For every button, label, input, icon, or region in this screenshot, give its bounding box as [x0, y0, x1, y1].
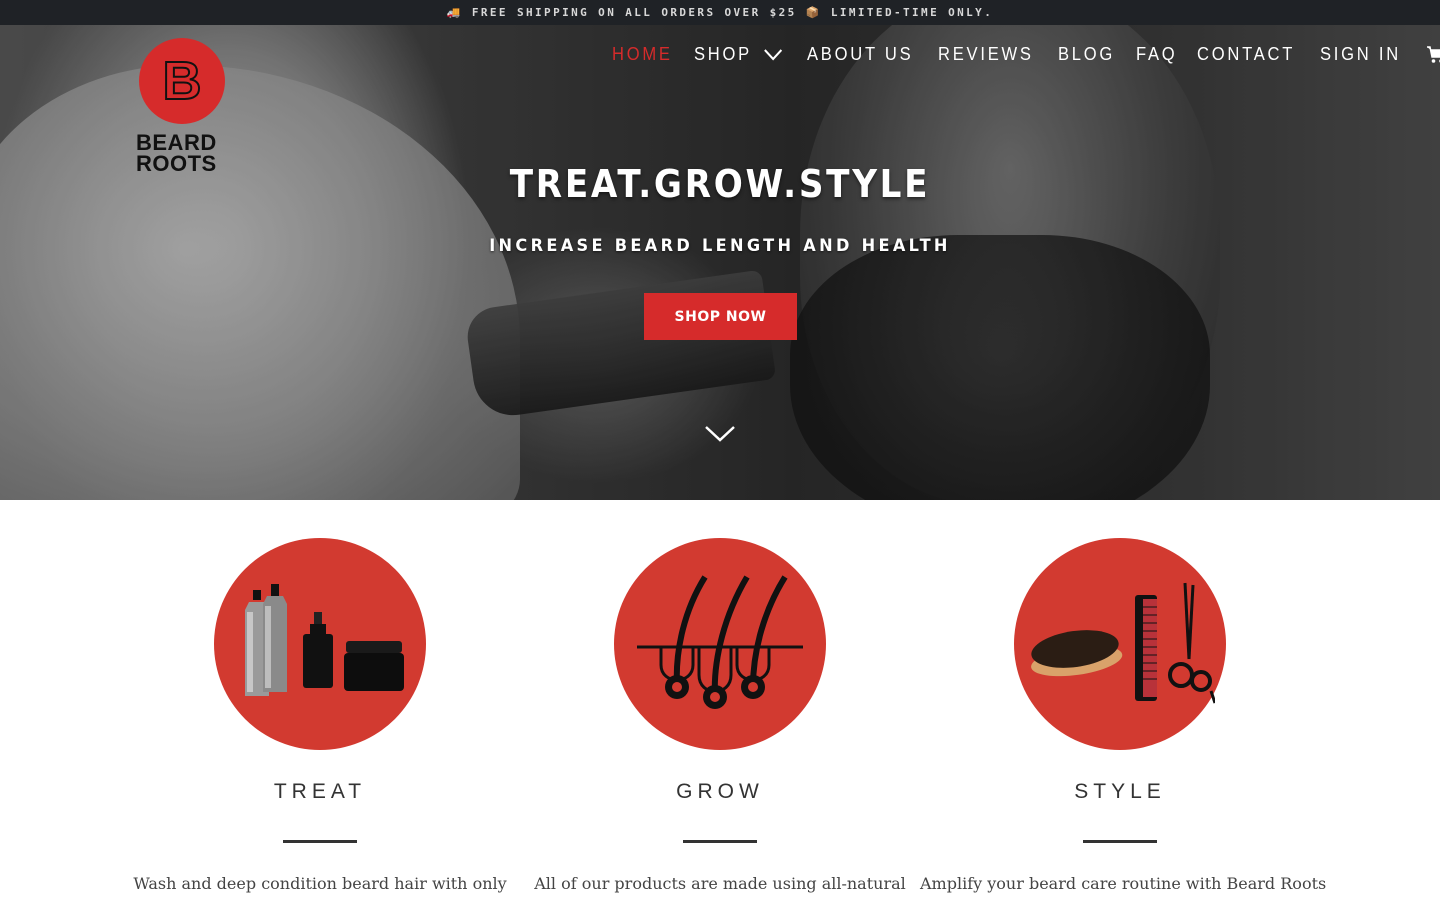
shop-now-button[interactable]: SHOP NOW	[644, 293, 797, 340]
hero-title: TREAT.GROW.STYLE	[509, 162, 931, 206]
divider	[683, 840, 757, 843]
hair-follicles-icon	[637, 575, 803, 709]
feature-style-title: STYLE	[1074, 780, 1166, 803]
nav-item-shop[interactable]: SHOP	[694, 44, 783, 65]
feature-style: STYLE Amplify your beard care routine wi…	[920, 538, 1327, 893]
feature-grow-circle	[614, 538, 826, 750]
feature-grow-title: GROW	[676, 780, 764, 803]
nav-item-reviews[interactable]: REVIEWS	[938, 44, 1034, 65]
main-nav: HOME SHOP ABOUT US REVIEWS BLOG FAQ CONT…	[612, 44, 1440, 65]
cart-button[interactable]: 0	[1426, 44, 1440, 65]
feature-style-description: Amplify your beard care routine with Bea…	[920, 874, 1327, 893]
brush-comb-scissors-icon	[1031, 582, 1215, 704]
scroll-down-icon[interactable]	[703, 424, 737, 444]
feature-treat: TREAT Wash and deep condition beard hair…	[120, 538, 520, 893]
feature-treat-title: TREAT	[273, 780, 367, 803]
logo-badge: B	[139, 38, 225, 124]
feature-treat-circle	[214, 538, 426, 750]
feature-style-circle	[1014, 538, 1226, 750]
logo-mark: B	[162, 51, 203, 111]
divider	[1083, 840, 1157, 843]
hero-subtitle: INCREASE BEARD LENGTH AND HEALTH	[489, 236, 951, 256]
bottles-icon	[245, 584, 404, 696]
nav-item-shop-label: SHOP	[694, 44, 752, 64]
feature-grow-description: All of our products are made using all-n…	[534, 874, 906, 893]
nav-item-blog[interactable]: BLOG	[1058, 44, 1115, 65]
nav-item-faq[interactable]: FAQ	[1136, 44, 1177, 65]
nav-item-sign-in[interactable]: SIGN IN	[1320, 44, 1401, 65]
logo-line1: BEARD	[136, 130, 217, 155]
nav-item-contact[interactable]: CONTACT	[1197, 44, 1295, 65]
site-logo[interactable]: B BEARD ROOTS	[136, 38, 228, 175]
chevron-down-icon	[763, 49, 782, 61]
divider	[283, 840, 357, 843]
announcement-bar: 🚚 FREE SHIPPING ON ALL ORDERS OVER $25 📦…	[0, 0, 1440, 25]
cart-icon	[1427, 45, 1440, 63]
feature-grow: GROW All of our products are made using …	[520, 538, 920, 893]
nav-item-about[interactable]: ABOUT US	[807, 44, 913, 65]
feature-treat-description: Wash and deep condition beard hair with …	[133, 874, 507, 893]
nav-item-home[interactable]: HOME	[612, 44, 673, 65]
announcement-text: 🚚 FREE SHIPPING ON ALL ORDERS OVER $25 📦…	[446, 6, 994, 19]
